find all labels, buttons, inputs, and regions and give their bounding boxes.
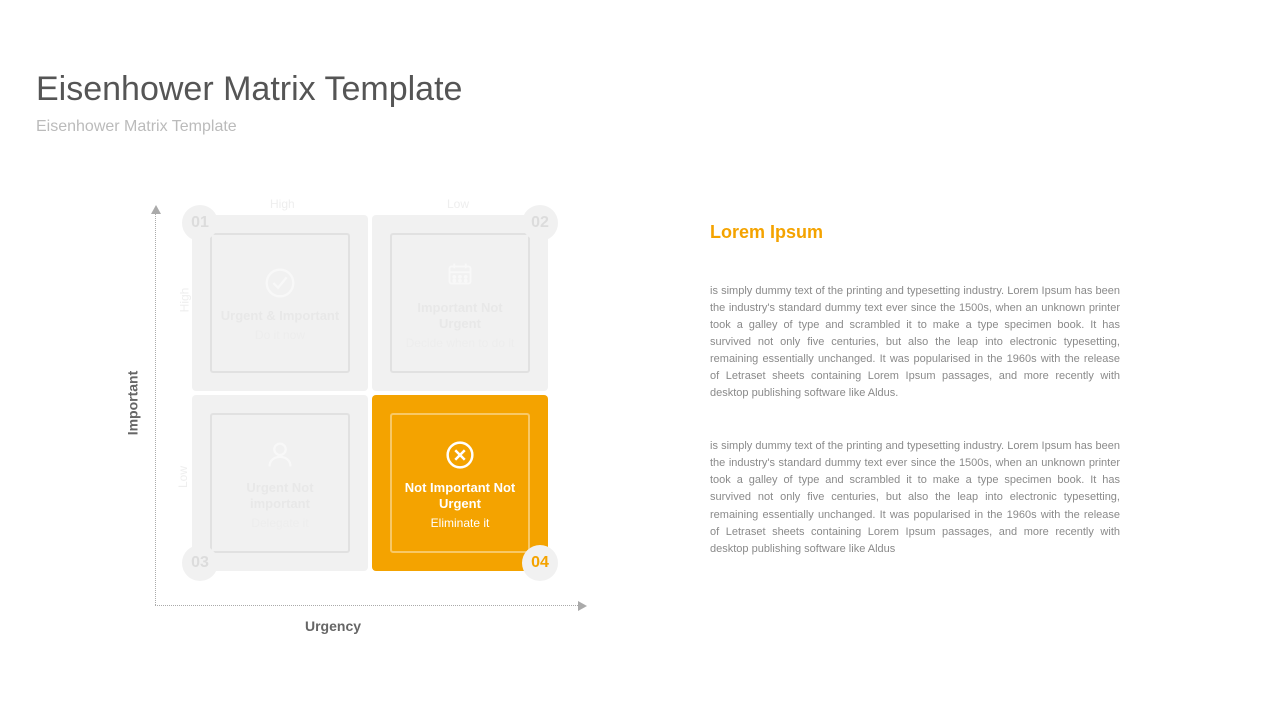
quadrant-title: Important Not Urgent — [400, 300, 520, 333]
eisenhower-matrix: 01 Urgent & Important Do it now 02 — [192, 215, 548, 571]
quadrant-number: 04 — [522, 545, 558, 581]
description-heading: Lorem Ipsum — [710, 222, 1120, 243]
quadrant-number: 01 — [182, 205, 218, 241]
description-panel: Lorem Ipsum is simply dummy text of the … — [710, 222, 1120, 594]
row-header-low: Low — [176, 466, 190, 488]
quadrant-important-not-urgent: 02 Important Not Urgent Decide when to d… — [372, 215, 548, 391]
quadrant-subtitle: Do it now — [255, 328, 305, 342]
quadrant-subtitle: Eliminate it — [431, 516, 490, 530]
x-axis — [155, 605, 580, 606]
quadrant-number: 02 — [522, 205, 558, 241]
quadrant-title: Not Important Not Urgent — [400, 480, 520, 513]
col-header-high: High — [270, 197, 295, 211]
quadrant-not-important-not-urgent: 04 Not Important Not Urgent Eliminate it — [372, 395, 548, 571]
x-axis-arrow-icon — [578, 601, 587, 611]
calendar-icon — [441, 256, 479, 294]
page-subtitle: Eisenhower Matrix Template — [36, 118, 237, 136]
quadrant-subtitle: Decide when to do it — [406, 336, 515, 350]
quadrant-subtitle: Delegate it — [251, 516, 308, 530]
quadrant-urgent-not-important: 03 Urgent Not important Delegate it — [192, 395, 368, 571]
y-axis-arrow-icon — [151, 205, 161, 214]
col-header-low: Low — [447, 197, 469, 211]
checkmark-circle-icon — [261, 264, 299, 302]
cancel-circle-icon — [441, 436, 479, 474]
description-paragraph: is simply dummy text of the printing and… — [710, 283, 1120, 402]
row-header-high: High — [177, 288, 191, 313]
x-axis-label: Urgency — [305, 618, 361, 634]
person-icon — [261, 436, 299, 474]
page-title: Eisenhower Matrix Template — [36, 70, 462, 109]
description-paragraph: is simply dummy text of the printing and… — [710, 438, 1120, 557]
quadrant-urgent-important: 01 Urgent & Important Do it now — [192, 215, 368, 391]
y-axis-label: Important — [124, 371, 140, 436]
y-axis — [155, 210, 156, 605]
quadrant-number: 03 — [182, 545, 218, 581]
quadrant-title: Urgent Not important — [220, 480, 340, 513]
quadrant-title: Urgent & Important — [221, 308, 339, 324]
